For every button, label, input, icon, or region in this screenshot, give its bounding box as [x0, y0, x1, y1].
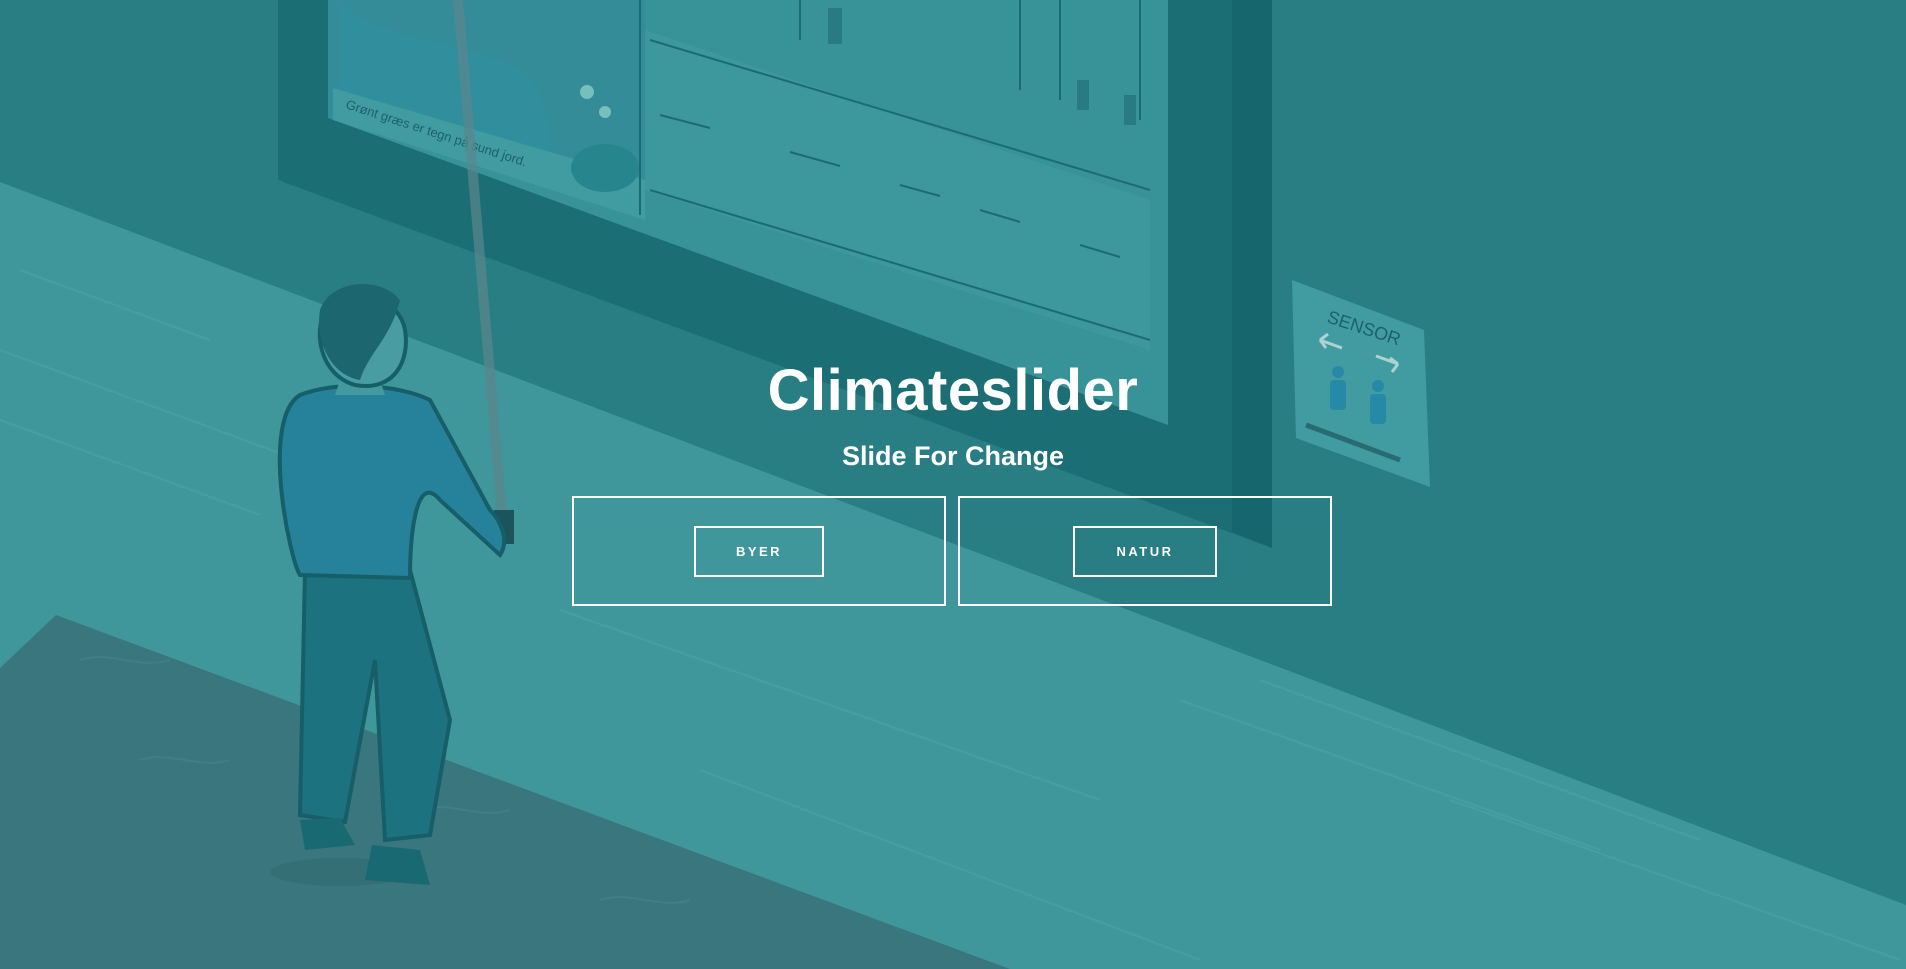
- background-overlay: [0, 0, 1906, 969]
- page-title: Climateslider: [767, 358, 1139, 423]
- byer-button[interactable]: BYER: [694, 525, 824, 577]
- byer-card[interactable]: BYER: [572, 496, 946, 606]
- climateslider-page: Grønt græs er tegn på sund jord. SENSOR: [0, 0, 1906, 969]
- natur-card[interactable]: NATUR: [958, 496, 1332, 606]
- natur-button[interactable]: NATUR: [1073, 525, 1217, 577]
- hero: Climateslider Slide For Change: [0, 354, 1906, 474]
- page-subtitle: Slide For Change: [841, 441, 1065, 471]
- option-cards: BYER NATUR: [572, 496, 1332, 606]
